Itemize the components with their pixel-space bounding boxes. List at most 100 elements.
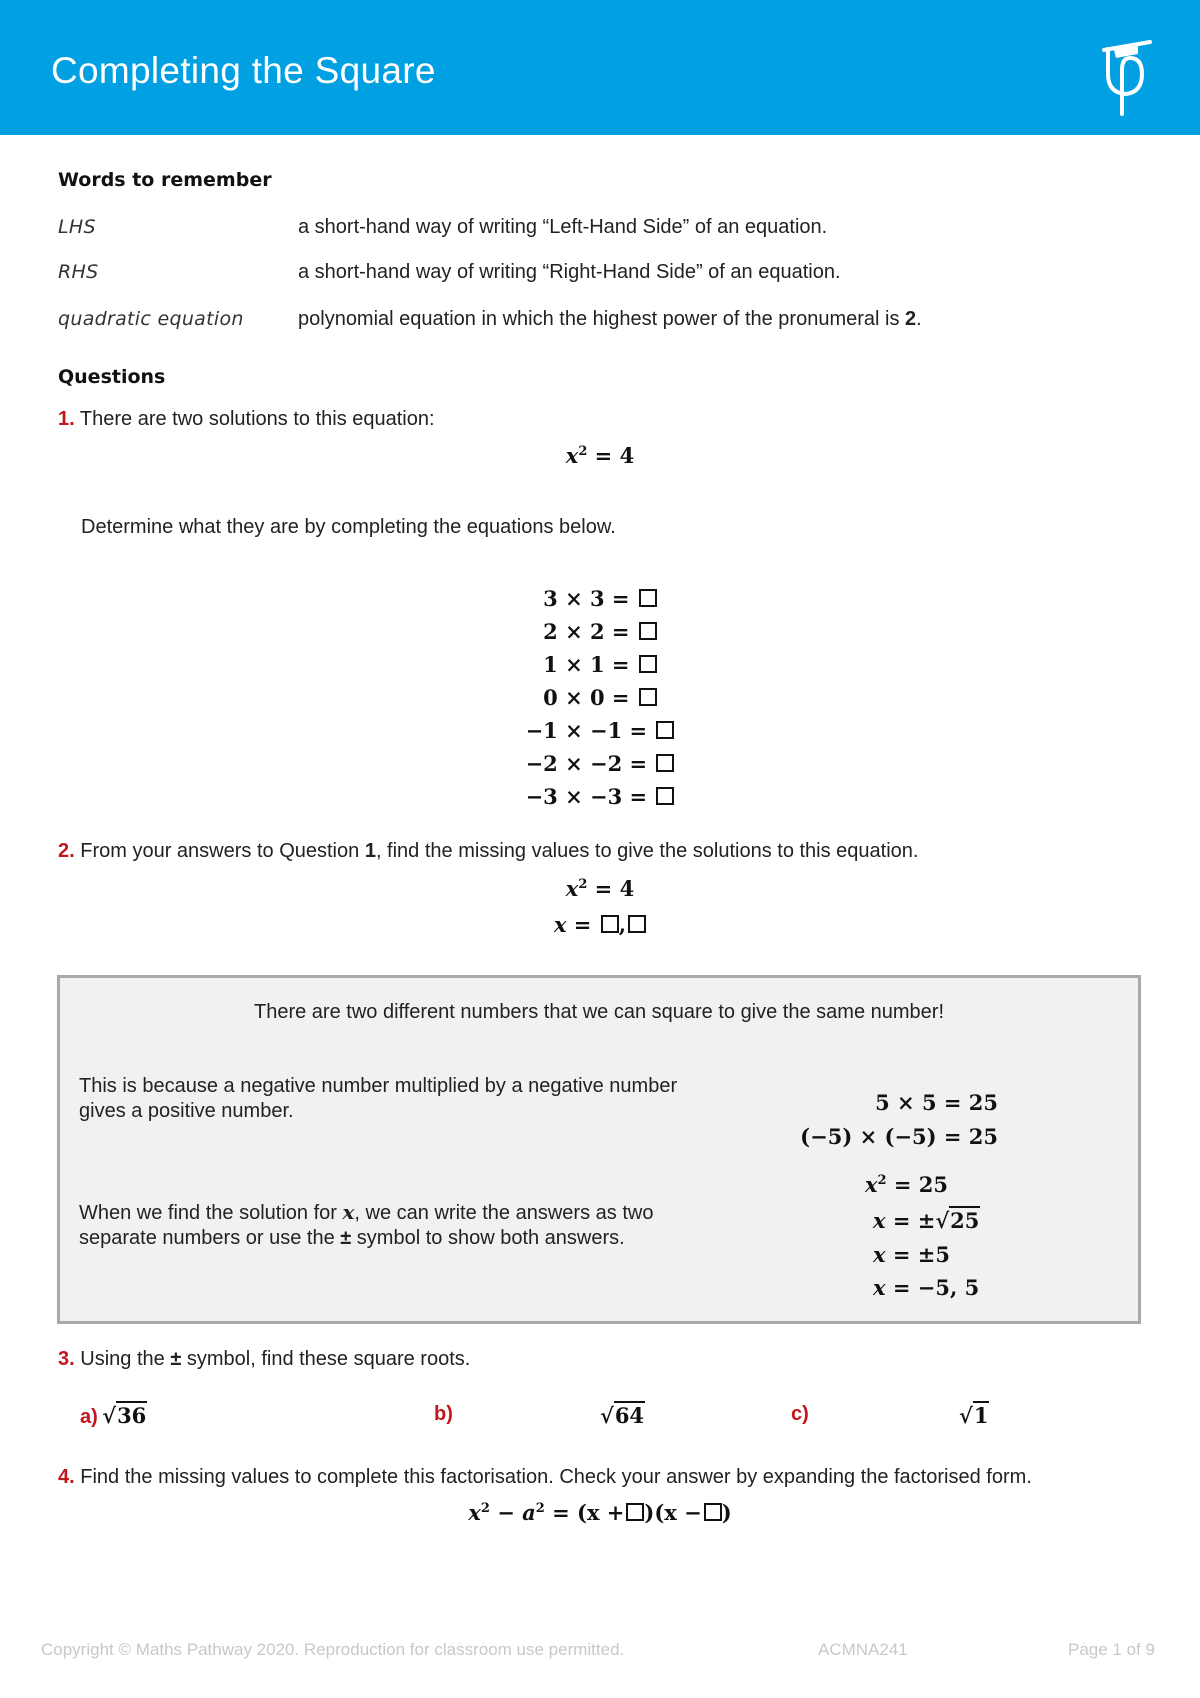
definition-bold-number: 2 xyxy=(905,308,917,330)
definition-end: . xyxy=(916,308,922,330)
variable-a: a xyxy=(522,1500,536,1525)
q3-part-c: √1 xyxy=(959,1401,990,1428)
equation-row: 2 × 2 = xyxy=(0,615,1200,648)
equation-row: 0 × 0 = xyxy=(0,681,1200,714)
info-eq-x-sqrt: x = ±√25 xyxy=(873,1206,981,1233)
variable-x: x xyxy=(468,1500,481,1525)
answer-box[interactable] xyxy=(600,915,619,933)
page-title: Completing the Square xyxy=(51,50,436,91)
q3-part-b-label: b) xyxy=(434,1403,453,1426)
answer-box[interactable] xyxy=(638,589,657,607)
equation-lhs: 0 × 0 = xyxy=(543,685,630,710)
variable-x: x xyxy=(342,1200,355,1224)
equation-lhs: 2 × 2 = xyxy=(543,619,630,644)
maths-pathway-logo-icon xyxy=(1102,40,1152,116)
term-lhs: LHS xyxy=(58,216,96,238)
answer-box[interactable] xyxy=(626,1503,645,1521)
part-label: c) xyxy=(791,1403,809,1425)
para-text: symbol to show both answers. xyxy=(351,1227,625,1249)
question-3: 3. Using the ± symbol, find these square… xyxy=(58,1348,470,1371)
variable-x: x xyxy=(873,1242,886,1267)
answer-box[interactable] xyxy=(656,754,675,772)
equation-rhs: = 4 xyxy=(594,876,635,901)
info-eq-x-pm: x = ±5 xyxy=(873,1242,950,1267)
part-label: b) xyxy=(434,1403,453,1425)
term-rhs: RHS xyxy=(58,261,99,283)
answer-box[interactable] xyxy=(628,915,647,933)
equation-row: −3 × −3 = xyxy=(0,780,1200,813)
variable-x: x xyxy=(565,443,579,468)
square-root: √36 xyxy=(102,1401,148,1428)
question-ref: 1 xyxy=(364,840,376,862)
radicand: 36 xyxy=(116,1401,148,1428)
definition-text: polynomial equation in which the highest… xyxy=(298,308,906,330)
equation-rhs: = ± xyxy=(892,1208,936,1233)
radicand: 64 xyxy=(613,1401,646,1428)
variable-x: x xyxy=(565,876,579,901)
definition-rhs: a short-hand way of writing “Right-Hand … xyxy=(298,261,841,283)
exponent: 2 xyxy=(578,877,588,892)
variable-x: x xyxy=(865,1172,878,1197)
equation-lhs: −2 × −2 = xyxy=(525,751,648,776)
answer-box[interactable] xyxy=(638,622,657,640)
equals-sign: = xyxy=(552,1500,570,1525)
footer-code: ACMNA241 xyxy=(818,1640,908,1659)
question-text-before: Using the xyxy=(80,1348,171,1370)
separator: , xyxy=(618,912,627,937)
plus-minus-symbol: ± xyxy=(340,1227,352,1249)
variable-x: x xyxy=(553,912,567,937)
equals-sign: = xyxy=(573,912,592,937)
answer-box[interactable] xyxy=(703,1503,722,1521)
q3-part-b: √64 xyxy=(600,1401,646,1428)
question-number: 2. xyxy=(58,840,75,862)
info-eq-positive: 5 × 5 = 25 xyxy=(875,1090,998,1115)
variable-x: x xyxy=(873,1275,886,1300)
equation-lhs: 3 × 3 = xyxy=(543,586,630,611)
part-label: a) xyxy=(80,1406,98,1428)
exponent: 2 xyxy=(877,1173,887,1188)
question-text-after: symbol, find these square roots. xyxy=(181,1348,471,1370)
page-header: Completing the Square xyxy=(0,0,1200,135)
info-box-paragraph-2: When we find the solution for x, we can … xyxy=(79,1200,679,1251)
info-box-heading: There are two different numbers that we … xyxy=(254,1001,944,1023)
question-2: 2. From your answers to Question 1, find… xyxy=(58,840,918,863)
equation-row: −1 × −1 = xyxy=(0,714,1200,747)
equation-rhs: = ±5 xyxy=(892,1242,950,1267)
exponent: 2 xyxy=(480,1501,490,1516)
equation-lhs: −1 × −1 = xyxy=(525,718,648,743)
questions-heading: Questions xyxy=(58,366,166,388)
answer-box[interactable] xyxy=(638,655,657,673)
info-eq-x-values: x = −5, 5 xyxy=(873,1275,979,1300)
question-text-after: , find the missing values to give the so… xyxy=(375,840,919,862)
answer-box[interactable] xyxy=(656,721,675,739)
equation-row: −2 × −2 = xyxy=(0,747,1200,780)
answer-box[interactable] xyxy=(638,688,657,706)
factor-open: (x + xyxy=(577,1500,625,1525)
equation-lhs: 1 × 1 = xyxy=(543,652,630,677)
answer-box[interactable] xyxy=(656,787,675,805)
term-quadratic-equation: quadratic equation xyxy=(58,308,244,330)
radicand: 1 xyxy=(972,1401,990,1428)
q3-part-a: a) √36 xyxy=(80,1401,148,1429)
q2-solution: x = , xyxy=(0,912,1200,937)
question-text: There are two solutions to this equation… xyxy=(79,408,435,430)
para-text: When we find the solution for xyxy=(79,1202,343,1224)
q3-part-c-label: c) xyxy=(791,1403,809,1426)
equation-rhs: = −5, 5 xyxy=(892,1275,980,1300)
question-number: 3. xyxy=(58,1348,75,1370)
question-text-before: From your answers to Question xyxy=(80,840,365,862)
equation-rhs: = 25 xyxy=(893,1172,949,1197)
radicand: 25 xyxy=(949,1206,981,1233)
equation-row: 1 × 1 = xyxy=(0,648,1200,681)
plus-minus-symbol: ± xyxy=(170,1348,182,1370)
equation-rhs: = 4 xyxy=(594,443,635,468)
question-4: 4. Find the missing values to complete t… xyxy=(58,1466,1032,1489)
equation-lhs: −3 × −3 = xyxy=(525,784,648,809)
question-text: Find the missing values to complete this… xyxy=(80,1466,1032,1488)
q1-instruction: Determine what they are by completing th… xyxy=(81,516,616,538)
q1-equation-list: 3 × 3 = 2 × 2 = 1 × 1 = 0 × 0 = −1 × −1 … xyxy=(0,582,1200,813)
q2-equation: x2 = 4 xyxy=(0,876,1200,901)
equation-row: 3 × 3 = xyxy=(0,582,1200,615)
q4-factorisation: x2 − a2 = (x +)(x −) xyxy=(0,1500,1200,1525)
info-box-paragraph-1: This is because a negative number multip… xyxy=(79,1075,678,1122)
